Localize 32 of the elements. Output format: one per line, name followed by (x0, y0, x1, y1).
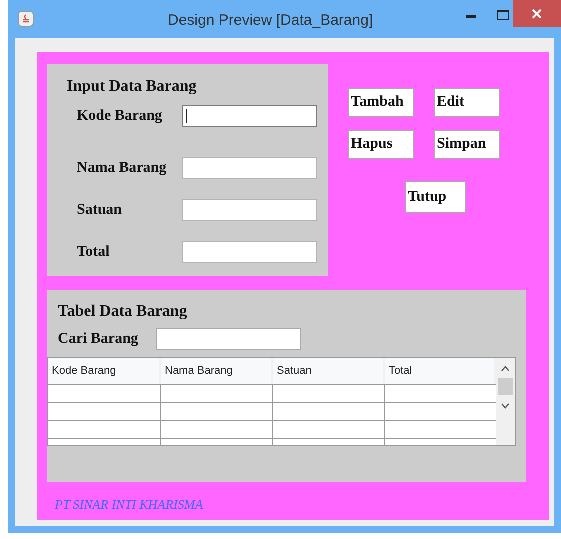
app-icon (18, 11, 34, 27)
text-cursor (186, 109, 187, 124)
window-title: Design Preview [Data_Barang] (168, 11, 374, 31)
field-label: Nama Barang (77, 158, 168, 178)
input-field[interactable] (182, 105, 317, 128)
scroll-up-icon[interactable] (501, 366, 510, 372)
input-field[interactable] (182, 240, 317, 263)
field-label: Total (77, 242, 111, 262)
scroll-down-icon[interactable] (501, 402, 510, 408)
button[interactable]: Simpan (434, 130, 500, 159)
button[interactable]: Tutup (405, 181, 466, 213)
input-field[interactable] (182, 156, 317, 179)
vertical-scrollbar[interactable] (496, 358, 515, 444)
maximize-icon[interactable] (497, 10, 509, 20)
company-name: PT SINAR INTI KHARISMA (55, 496, 204, 514)
button[interactable]: Tambah (348, 88, 414, 117)
button[interactable]: Hapus (348, 130, 414, 159)
input-field[interactable] (182, 199, 317, 222)
column-header[interactable]: Kode Barang (48, 358, 161, 384)
column-header[interactable]: Nama Barang (161, 358, 273, 384)
close-icon (532, 8, 542, 18)
field-label: Kode Barang (77, 107, 164, 126)
scrollbar-thumb[interactable] (498, 378, 513, 394)
field-label: Cari Barang (58, 330, 140, 349)
close-button[interactable] (513, 0, 561, 27)
button[interactable]: Edit (434, 88, 500, 117)
minimize-icon[interactable] (466, 15, 476, 19)
search-field[interactable] (156, 328, 301, 350)
panel-title: Input Data Barang (67, 77, 198, 97)
panel-title: Tabel Data Barang (58, 302, 188, 322)
field-label: Satuan (77, 201, 124, 220)
column-header[interactable]: Satuan (273, 358, 385, 384)
